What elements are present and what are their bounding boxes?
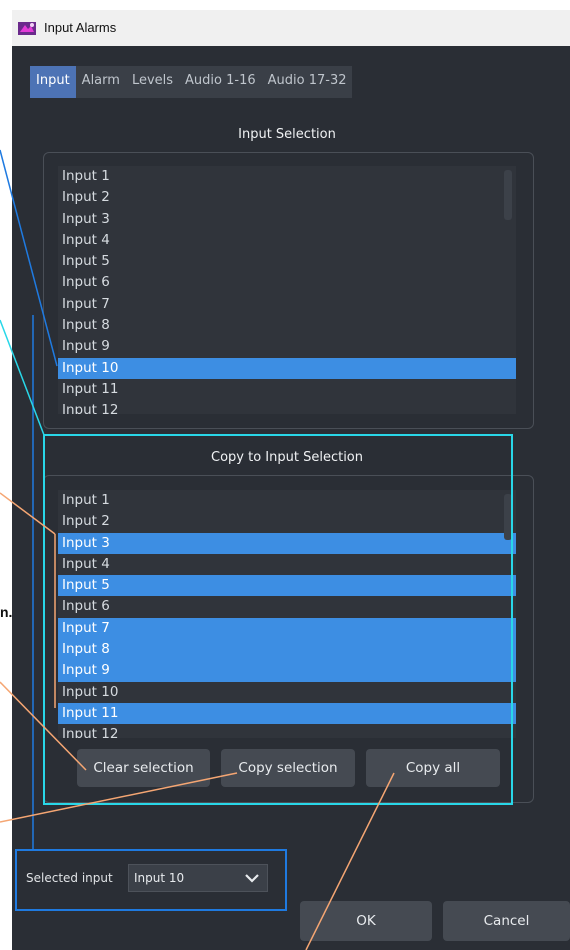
tab-bar: Input Alarm Levels Audio 1-16 Audio 17-3… bbox=[30, 66, 353, 98]
title-bar: Input Alarms bbox=[12, 10, 570, 46]
input-selection-list-item[interactable]: Input 11 bbox=[58, 379, 516, 400]
copy-selection-scrollbar[interactable] bbox=[504, 494, 512, 540]
copy-selection-button[interactable]: Copy selection bbox=[221, 749, 355, 787]
input-selection-list-item[interactable]: Input 2 bbox=[58, 187, 516, 208]
app-icon bbox=[18, 22, 36, 35]
selected-input-label: Selected input bbox=[26, 871, 113, 885]
copy-selection-list-item[interactable]: Input 2 bbox=[58, 511, 516, 532]
input-selection-scrollbar[interactable] bbox=[504, 170, 512, 220]
input-selection-list-item[interactable]: Input 4 bbox=[58, 230, 516, 251]
input-selection-title: Input Selection bbox=[238, 127, 336, 142]
copy-selection-list-item[interactable]: Input 7 bbox=[58, 617, 516, 640]
input-selection-list-item[interactable]: Input 5 bbox=[58, 251, 516, 272]
copy-selection-title: Copy to Input Selection bbox=[211, 450, 363, 465]
input-selection-list-item[interactable]: Input 10 bbox=[58, 357, 516, 379]
tab-levels[interactable]: Levels bbox=[126, 66, 179, 98]
cancel-button[interactable]: Cancel bbox=[443, 901, 570, 941]
input-selection-list[interactable]: Input 1 Input 2 Input 3 Input 4 Input 5 Input… bbox=[58, 166, 516, 414]
chevron-down-icon bbox=[245, 874, 259, 883]
input-selection-list-item[interactable]: Input 12 bbox=[58, 400, 516, 414]
input-selection-list-item[interactable]: Input 3 bbox=[58, 209, 516, 230]
copy-selection-list-item[interactable]: Input 4 bbox=[58, 554, 516, 575]
copy-all-button[interactable]: Copy all bbox=[366, 749, 500, 787]
window-title: Input Alarms bbox=[44, 20, 117, 35]
tab-audio-1-16[interactable]: Audio 1-16 bbox=[179, 66, 262, 98]
input-selection-list-item[interactable]: Input 1 bbox=[58, 166, 516, 187]
copy-selection-list-item[interactable]: Input 6 bbox=[58, 596, 516, 617]
copy-selection-list-item[interactable]: Input 8 bbox=[58, 639, 516, 661]
input-selection-list-item[interactable]: Input 6 bbox=[58, 272, 516, 293]
copy-selection-list-item[interactable]: Input 5 bbox=[58, 575, 516, 597]
copy-selection-list-item[interactable]: Input 10 bbox=[58, 682, 516, 703]
tab-audio-17-32[interactable]: Audio 17-32 bbox=[262, 66, 353, 98]
selected-input-combo[interactable]: Input 10 bbox=[128, 864, 268, 892]
selected-input-value: Input 10 bbox=[134, 871, 185, 885]
tab-input[interactable]: Input bbox=[30, 66, 76, 98]
copy-selection-list-item[interactable]: Input 12 bbox=[58, 724, 516, 738]
tab-alarm[interactable]: Alarm bbox=[76, 66, 126, 98]
input-selection-list-item[interactable]: Input 9 bbox=[58, 336, 516, 357]
copy-selection-list-item[interactable]: Input 11 bbox=[58, 702, 516, 725]
input-selection-list-item[interactable]: Input 8 bbox=[58, 315, 516, 336]
copy-selection-list-item[interactable]: Input 9 bbox=[58, 660, 516, 682]
ok-button[interactable]: OK bbox=[300, 901, 432, 941]
callout-text-fragment: n. bbox=[0, 604, 13, 620]
clear-selection-button[interactable]: Clear selection bbox=[77, 749, 210, 787]
copy-selection-list-item[interactable]: Input 3 bbox=[58, 532, 516, 554]
copy-selection-list-item[interactable]: Input 1 bbox=[58, 490, 516, 511]
copy-selection-list[interactable]: Input 1 Input 2 Input 3 Input 4 Input 5 Input… bbox=[58, 490, 516, 738]
input-selection-list-item[interactable]: Input 7 bbox=[58, 294, 516, 315]
